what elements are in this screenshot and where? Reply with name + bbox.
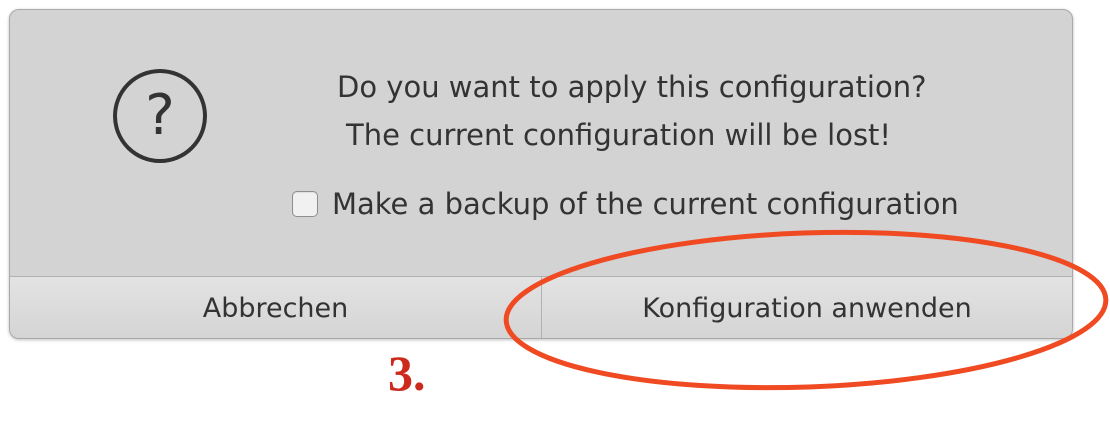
apply-configuration-button[interactable]: Konfiguration anwenden <box>542 277 1072 338</box>
dialog-message-line1: Do you want to apply this configuration? <box>337 70 927 104</box>
question-circle-icon: ? <box>108 64 212 168</box>
backup-checkbox-label[interactable]: Make a backup of the current configurati… <box>332 187 959 221</box>
cancel-button[interactable]: Abbrechen <box>10 277 542 338</box>
backup-checkbox[interactable] <box>292 191 318 217</box>
dialog-button-bar: Abbrechen Konfiguration anwenden <box>10 276 1072 338</box>
dialog-message-line2: The current configuration will be lost! <box>346 118 892 152</box>
backup-option[interactable]: Make a backup of the current configurati… <box>292 186 959 222</box>
step-number-label: 3. <box>388 345 426 401</box>
svg-text:?: ? <box>145 83 175 148</box>
apply-configuration-dialog: ? Do you want to apply this configuratio… <box>9 9 1073 339</box>
